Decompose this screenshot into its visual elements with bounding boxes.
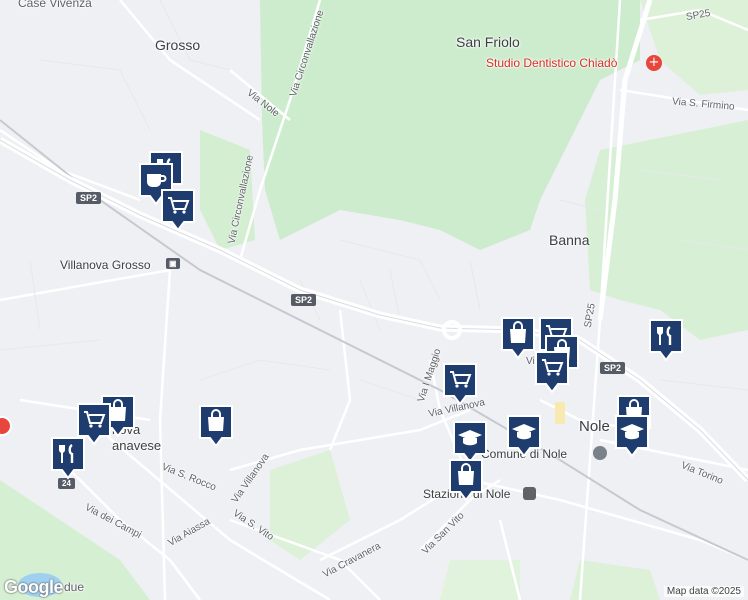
shield-sp2-mid: SP2 <box>291 294 317 306</box>
town-case-vivenza: Case Vivenza <box>18 0 92 10</box>
poi-studio-dentistico[interactable]: Studio Dentistico Chiadò <box>486 56 617 70</box>
town-nole: Nole <box>579 418 610 435</box>
town-banna: Banna <box>549 232 590 248</box>
shopping-cart-icon[interactable] <box>160 188 196 232</box>
map-canvas[interactable]: Grosso San Friolo Banna Nole Villanova G… <box>0 0 748 600</box>
train-station-icon[interactable] <box>523 487 536 500</box>
shopping-bag-icon[interactable] <box>198 404 234 448</box>
shopping-cart-icon[interactable] <box>534 350 570 394</box>
shopping-cart-icon[interactable] <box>442 362 478 406</box>
restaurant-icon[interactable] <box>50 436 86 480</box>
shield-sp2-left: SP2 <box>76 192 102 204</box>
school-icon[interactable] <box>614 414 650 458</box>
town-grosso: Grosso <box>155 37 201 53</box>
shopping-bag-icon[interactable] <box>448 458 484 502</box>
town-san-friolo: San Friolo <box>456 34 520 50</box>
map-data-credit[interactable]: Map data ©2025 <box>663 586 744 597</box>
hospital-icon[interactable]: + <box>646 55 662 71</box>
school-icon[interactable] <box>506 414 542 458</box>
shopping-bag-icon[interactable] <box>500 316 536 360</box>
map-base-layer <box>0 0 748 600</box>
restaurant-icon[interactable] <box>648 318 684 362</box>
train-station-icon-villanova[interactable]: ▣ <box>166 258 180 269</box>
poi-due: due <box>64 580 85 594</box>
shield-sp2-right: SP2 <box>600 362 626 374</box>
town-villanova-grosso: Villanova Grosso <box>60 258 151 272</box>
google-logo[interactable]: Google <box>4 577 64 598</box>
town-hall-icon[interactable] <box>593 446 607 460</box>
